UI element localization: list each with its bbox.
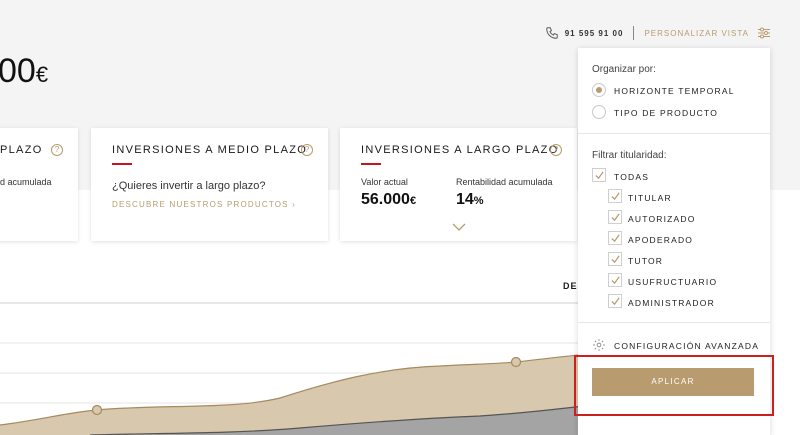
- short-term-card-sub-label: d acumulada: [0, 177, 52, 187]
- total-balance: 00€: [0, 52, 48, 91]
- radio-horizonte-temporal[interactable]: [592, 83, 606, 97]
- accumulated-return-unit: %: [473, 195, 484, 207]
- sliders-icon[interactable]: [758, 27, 770, 39]
- checkbox-administrador[interactable]: [608, 294, 622, 308]
- checkbox-titular[interactable]: [608, 189, 622, 203]
- medium-term-card[interactable]: INVERSIONES A MEDIO PLAZO ? ¿Quieres inv…: [91, 128, 328, 241]
- radio-label-tipo-producto[interactable]: TIPO DE PRODUCTO: [614, 108, 718, 118]
- checkbox-label-autorizado[interactable]: AUTORIZADO: [628, 214, 696, 224]
- checkbox-apoderado[interactable]: [608, 231, 622, 245]
- long-term-card[interactable]: INVERSIONES A LARGO PLAZO ? Valor actual…: [340, 128, 577, 241]
- organize-by-label: Organizar por:: [592, 64, 656, 75]
- checkbox-tutor[interactable]: [608, 252, 622, 266]
- current-value-label: Valor actual: [361, 177, 408, 187]
- checkbox-autorizado[interactable]: [608, 210, 622, 224]
- help-icon[interactable]: ?: [51, 144, 63, 156]
- chevron-down-icon[interactable]: [452, 222, 466, 232]
- help-icon[interactable]: ?: [301, 144, 313, 156]
- checkmark-icon: [595, 171, 604, 180]
- short-term-card-title: PLAZO: [0, 144, 43, 156]
- apply-button-highlight: [574, 355, 774, 416]
- medium-term-card-title: INVERSIONES A MEDIO PLAZO: [112, 144, 308, 156]
- current-value-amount: 56.000€: [361, 191, 416, 209]
- current-value-number: 56.000: [361, 191, 410, 208]
- checkmark-icon: [611, 234, 620, 243]
- title-underline: [112, 163, 132, 165]
- panel-divider: [578, 133, 770, 134]
- checkbox-label-tutor[interactable]: TUTOR: [628, 256, 663, 266]
- chart-point: [510, 356, 522, 368]
- advanced-config-link[interactable]: CONFIGURACIÓN AVANZADA: [614, 341, 759, 351]
- checkbox-label-titular[interactable]: TITULAR: [628, 193, 672, 203]
- filter-ownership-label: Filtrar titularidad:: [592, 150, 667, 161]
- current-value-unit: €: [409, 195, 417, 207]
- utility-bar: 91 595 91 00 PERSONALIZAR VISTA: [545, 26, 770, 40]
- checkbox-todas[interactable]: [592, 168, 606, 182]
- checkbox-label-apoderado[interactable]: APODERADO: [628, 235, 693, 245]
- title-underline: [361, 163, 381, 165]
- radio-label-horizonte-temporal[interactable]: HORIZONTE TEMPORAL: [614, 86, 735, 96]
- accumulated-return-label: Rentabilidad acumulada: [456, 177, 553, 187]
- personalizar-vista-link[interactable]: PERSONALIZAR VISTA: [644, 29, 749, 38]
- checkmark-icon: [611, 192, 620, 201]
- discover-products-link[interactable]: DESCUBRE NUESTROS PRODUCTOS ›: [112, 200, 296, 209]
- checkmark-icon: [611, 255, 620, 264]
- phone-number[interactable]: 91 595 91 00: [565, 29, 624, 38]
- checkbox-label-usufructuario[interactable]: USUFRUCTUARIO: [628, 277, 717, 287]
- total-balance-currency: €: [35, 62, 49, 87]
- accumulated-return-number: 14: [456, 191, 474, 208]
- radio-tipo-producto[interactable]: [592, 105, 606, 119]
- short-term-card[interactable]: PLAZO ? d acumulada: [0, 128, 78, 241]
- checkbox-label-administrador[interactable]: ADMINISTRADOR: [628, 298, 715, 308]
- checkbox-usufructuario[interactable]: [608, 273, 622, 287]
- accumulated-return-amount: 14%: [456, 191, 484, 209]
- medium-term-question: ¿Quieres invertir a largo plazo?: [112, 180, 266, 192]
- checkmark-icon: [611, 213, 620, 222]
- panel-divider: [578, 322, 770, 323]
- phone-icon[interactable]: [545, 26, 559, 40]
- total-balance-value: 00: [0, 52, 36, 90]
- gear-icon[interactable]: [592, 338, 606, 352]
- chart-point: [91, 404, 103, 416]
- evolution-area-chart: [0, 302, 660, 435]
- checkmark-icon: [611, 276, 620, 285]
- long-term-card-title: INVERSIONES A LARGO PLAZO: [361, 144, 559, 156]
- checkmark-icon: [611, 297, 620, 306]
- checkbox-label-todas[interactable]: TODAS: [614, 172, 649, 182]
- utility-divider: [633, 26, 635, 40]
- help-icon[interactable]: ?: [550, 144, 562, 156]
